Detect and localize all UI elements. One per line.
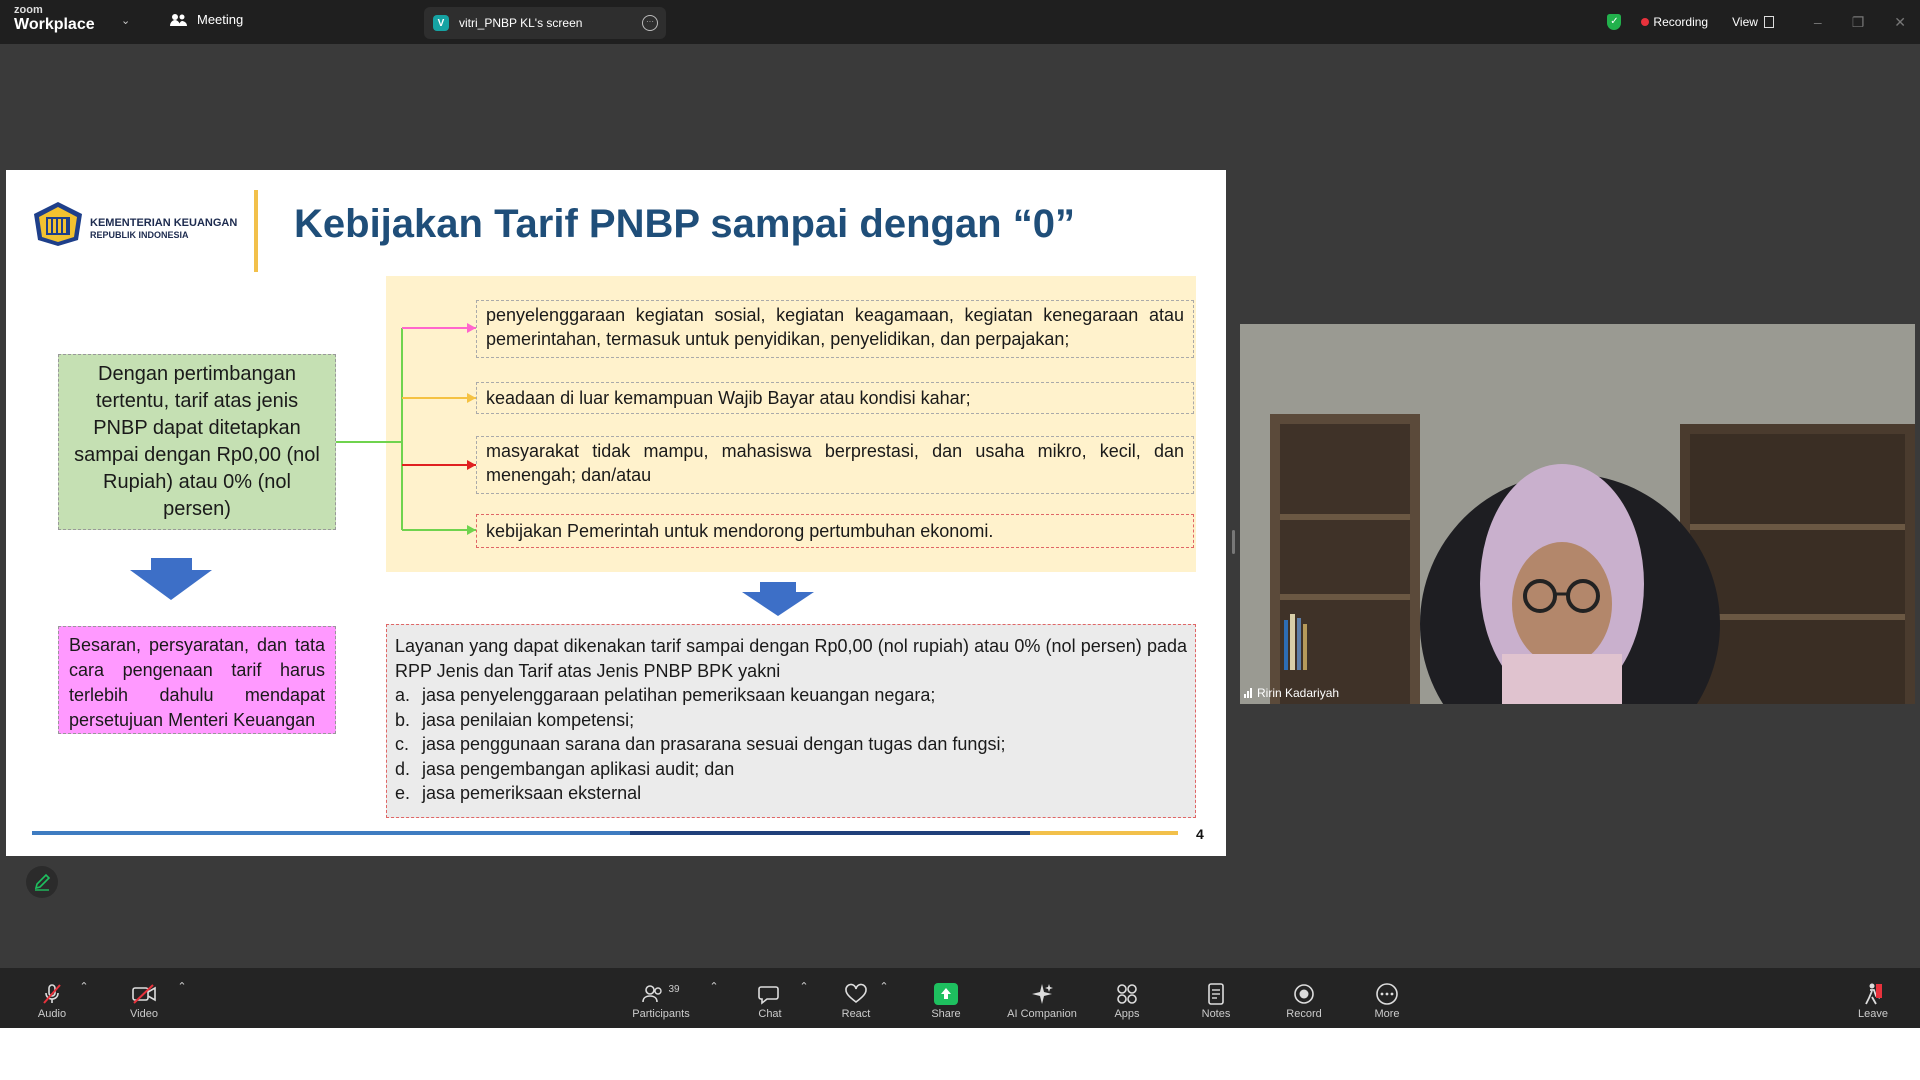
logo-workplace-text: Workplace: [14, 16, 95, 33]
ai-companion-label: AI Companion: [1007, 1008, 1077, 1020]
list-letter: c.: [395, 734, 410, 754]
list-letter: b.: [395, 709, 411, 730]
slide-page-number: 4: [1196, 826, 1204, 842]
list-item: c. jasa penggunaan sarana dan prasarana s…: [395, 732, 1187, 757]
audio-label: Audio: [37, 1008, 67, 1020]
participants-label: Participants: [632, 1008, 690, 1020]
logo-zoom-text: zoom: [14, 4, 43, 16]
sharer-avatar: V: [433, 15, 449, 31]
shared-screen-label: vitri_PNBP KL's screen: [459, 16, 583, 30]
record-label: Record: [1286, 1008, 1322, 1020]
leave-icon: [1865, 983, 1882, 1005]
services-intro: Layanan yang dapat dikenakan tarif sampa…: [395, 636, 1187, 681]
apps-button[interactable]: Apps: [1087, 980, 1167, 1020]
participant-name: Ririn Kadariyah: [1257, 686, 1340, 700]
view-button[interactable]: View: [1732, 15, 1758, 29]
signal-strength-icon: [1244, 688, 1252, 698]
services-panel: Layanan yang dapat dikenakan tarif sampa…: [386, 624, 1196, 818]
notes-label: Notes: [1201, 1008, 1231, 1020]
window-controls: – ❐ ✕: [1814, 14, 1906, 31]
list-item: a. jasa penyelenggaraan pelatihan pemerik…: [395, 683, 1187, 708]
zoom-meeting-window: zoom Workplace ⌄ Meeting V vitri_PNBP KL…: [0, 0, 1920, 1028]
more-button[interactable]: More: [1347, 980, 1427, 1020]
annotate-button[interactable]: [26, 866, 58, 898]
share-label: Share: [931, 1008, 961, 1020]
meeting-tab[interactable]: Meeting: [170, 12, 243, 27]
slide-footer-line: [32, 831, 1178, 835]
recording-dot-icon: [1641, 18, 1650, 26]
apps-label: Apps: [1114, 1008, 1140, 1020]
video-feed: [1240, 324, 1915, 704]
list-letter: a.: [395, 685, 411, 705]
list-item: d. jasa pengembangan aplikasi audit; dan: [395, 757, 1187, 782]
services-list: a. jasa penyelenggaraan pelatihan pemerik…: [395, 683, 1187, 806]
more-label: More: [1374, 1008, 1400, 1020]
security-shield-icon[interactable]: ✓: [1607, 14, 1622, 30]
share-button[interactable]: Share: [906, 980, 986, 1020]
list-letter: d.: [395, 758, 411, 779]
record-button[interactable]: Record: [1264, 980, 1344, 1020]
apps-icon: [1117, 984, 1137, 1004]
top-bar: zoom Workplace ⌄ Meeting V vitri_PNBP KL…: [0, 0, 1920, 44]
leave-button[interactable]: Leave: [1833, 980, 1913, 1020]
participant-name-tag: Ririn Kadariyah: [1244, 686, 1339, 700]
notes-button[interactable]: Notes: [1176, 980, 1256, 1020]
list-letter: e.: [395, 783, 411, 803]
chat-label: Chat: [758, 1008, 782, 1020]
list-text: jasa penilaian kompetensi;: [422, 709, 635, 730]
list-text: jasa penggunaan sarana dan prasarana ses…: [422, 734, 1006, 754]
video-options-caret[interactable]: ⌃: [142, 980, 222, 993]
pencil-icon: [34, 873, 51, 891]
zoom-workplace-logo[interactable]: zoom Workplace: [14, 5, 95, 33]
record-icon: [1294, 984, 1314, 1004]
list-text: jasa pengembangan aplikasi audit; dan: [422, 758, 735, 779]
close-icon[interactable]: ✕: [1894, 14, 1906, 31]
notes-icon: [1208, 983, 1224, 1005]
meeting-toolbar: Audio ⌃ Video ⌃ 39 Participants ⌃ Chat ⌃…: [0, 968, 1920, 1028]
video-label: Video: [130, 1008, 158, 1020]
recording-indicator[interactable]: Recording: [1653, 15, 1708, 29]
shared-slide: KEMENTERIAN KEUANGAN REPUBLIK INDONESIA …: [6, 170, 1226, 856]
people-icon: [170, 13, 187, 26]
chevron-down-icon[interactable]: ⌄: [121, 14, 130, 27]
participant-video-tile[interactable]: [1240, 324, 1915, 704]
meeting-tab-label: Meeting: [197, 12, 244, 27]
react-label: React: [841, 1008, 871, 1020]
sparkle-icon: [1032, 984, 1053, 1004]
leave-label: Leave: [1858, 1008, 1888, 1020]
panel-resize-handle[interactable]: [1232, 530, 1235, 554]
shared-screen-tab[interactable]: V vitri_PNBP KL's screen ···: [424, 7, 666, 39]
more-options-icon[interactable]: ···: [642, 15, 658, 31]
list-text: jasa penyelenggaraan pelatihan pemeriksa…: [422, 685, 936, 705]
list-item: e. jasa pemeriksaan eksternal: [395, 781, 1187, 806]
list-item: b. jasa penilaian kompetensi;: [395, 708, 1187, 733]
minimize-icon[interactable]: –: [1814, 14, 1822, 31]
participants-icon: [642, 985, 663, 1003]
ai-companion-button[interactable]: AI Companion: [1000, 980, 1084, 1020]
view-layout-icon[interactable]: [1763, 16, 1774, 28]
share-screen-icon: [934, 983, 958, 1005]
maximize-icon[interactable]: ❐: [1852, 14, 1865, 31]
top-bar-right: ✓ Recording View – ❐ ✕: [1607, 0, 1920, 44]
more-icon: [1376, 983, 1398, 1005]
list-text: jasa pemeriksaan eksternal: [422, 783, 642, 803]
